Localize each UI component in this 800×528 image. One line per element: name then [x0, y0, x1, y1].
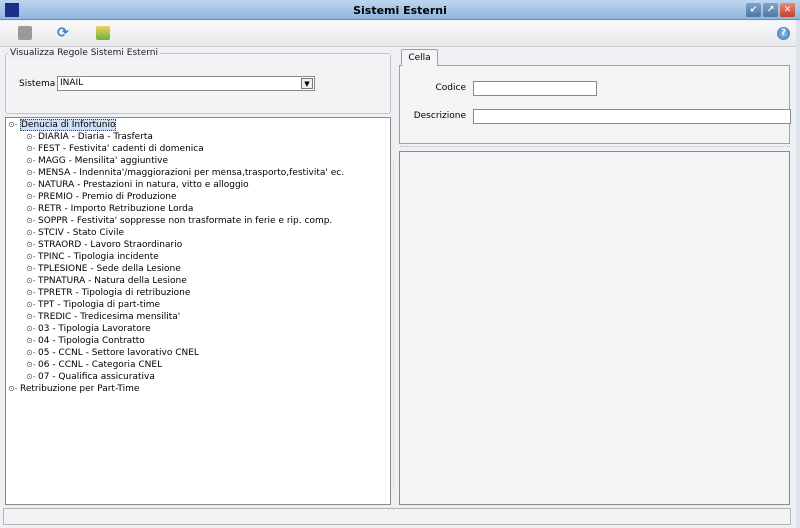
node-handle-icon[interactable]: ⊙-: [26, 251, 38, 263]
node-handle-icon[interactable]: ⊙-: [26, 335, 38, 347]
detail-lower-panel: [399, 151, 790, 505]
close-button[interactable]: ✕: [780, 3, 795, 17]
tree-node-label: Denucia di Infortunio: [20, 119, 117, 131]
tree-node[interactable]: ⊙- DIARIA - Diaria - Trasferta: [26, 131, 153, 143]
tree-node-label: 03 - Tipologia Lavoratore: [38, 324, 151, 334]
refresh-icon[interactable]: ⟳: [57, 26, 71, 40]
tree-node-label: FEST - Festivita' cadenti di domenica: [38, 144, 204, 154]
tree-node[interactable]: ⊙- TREDIC - Tredicesima mensilita': [26, 311, 180, 323]
sistema-value: INAIL: [60, 78, 84, 88]
node-handle-icon[interactable]: ⊙-: [26, 311, 38, 323]
tree-node[interactable]: ⊙- 04 - Tipologia Contratto: [26, 335, 145, 347]
node-handle-icon[interactable]: ⊙-: [26, 227, 38, 239]
maximize-button[interactable]: ↗: [763, 3, 778, 17]
cella-panel: Codice Descrizione: [399, 66, 791, 144]
node-handle-icon[interactable]: ⊙-: [8, 383, 20, 395]
tree-node-label: MENSA - Indennita'/maggiorazioni per men…: [38, 168, 345, 178]
window-title: Sistemi Esterni: [353, 4, 447, 17]
export-icon[interactable]: [96, 26, 110, 40]
node-handle-icon[interactable]: ⊙-: [26, 263, 38, 275]
tree-node[interactable]: ⊙- SOPPR - Festivita' soppresse non trasf…: [26, 215, 332, 227]
node-handle-icon[interactable]: ⊙-: [26, 347, 38, 359]
chevron-down-icon[interactable]: ▼: [301, 78, 313, 89]
minimize-button[interactable]: ↙: [746, 3, 761, 17]
tree-node[interactable]: ⊙- TPINC - Tipologia incidente: [26, 251, 159, 263]
tree-node-label: 04 - Tipologia Contratto: [38, 336, 145, 346]
tree-node[interactable]: ⊙- STRAORD - Lavoro Straordinario: [26, 239, 182, 251]
tree-node-label: STRAORD - Lavoro Straordinario: [38, 240, 183, 250]
node-handle-icon[interactable]: ⊙-: [26, 155, 38, 167]
rules-tree[interactable]: ⊙- Denucia di Infortunio ⊙- DIARIA - Diaria…: [5, 117, 391, 505]
vertical-splitter[interactable]: [393, 160, 395, 490]
filter-group-label: Visualizza Regole Sistemi Esterni: [8, 48, 160, 58]
tree-node-label: TPT - Tipologia di part-time: [38, 300, 161, 310]
tree-node[interactable]: ⊙- TPRETR - Tipologia di retribuzione: [26, 287, 190, 299]
node-handle-icon[interactable]: ⊙-: [8, 119, 20, 131]
toolbar: ⟳ ?: [0, 21, 800, 47]
save-icon[interactable]: [18, 26, 32, 40]
tab-bar: Cella: [399, 48, 790, 67]
status-bar: [3, 508, 791, 525]
tree-node[interactable]: ⊙- TPNATURA - Natura della Lesione: [26, 275, 187, 287]
node-handle-icon[interactable]: ⊙-: [26, 167, 38, 179]
node-handle-icon[interactable]: ⊙-: [26, 239, 38, 251]
tree-node-label: TPINC - Tipologia incidente: [38, 252, 159, 262]
tree-node[interactable]: ⊙- Denucia di Infortunio: [8, 119, 117, 131]
tree-node[interactable]: ⊙- PREMIO - Premio di Produzione: [26, 191, 177, 203]
descrizione-input[interactable]: [473, 109, 791, 124]
tree-node-label: STCIV - Stato Civile: [38, 228, 125, 238]
sistema-label: Sistema: [19, 79, 56, 89]
horizontal-splitter[interactable]: [400, 146, 790, 149]
node-handle-icon[interactable]: ⊙-: [26, 371, 38, 383]
tree-node-label: MAGG - Mensilita' aggiuntive: [38, 156, 168, 166]
node-handle-icon[interactable]: ⊙-: [26, 143, 38, 155]
tree-node-label: RETR - Importo Retribuzione Lorda: [38, 204, 194, 214]
descrizione-label: Descrizione: [413, 111, 466, 121]
tree-node-label: TPNATURA - Natura della Lesione: [38, 276, 187, 286]
tree-node-label: NATURA - Prestazioni in natura, vitto e …: [38, 180, 249, 190]
tree-node[interactable]: ⊙- MAGG - Mensilita' aggiuntive: [26, 155, 168, 167]
node-handle-icon[interactable]: ⊙-: [26, 179, 38, 191]
tree-node[interactable]: ⊙- 05 - CCNL - Settore lavorativo CNEL: [26, 347, 199, 359]
tree-node[interactable]: ⊙- STCIV - Stato Civile: [26, 227, 124, 239]
tree-node[interactable]: ⊙- FEST - Festivita' cadenti di domenica: [26, 143, 204, 155]
help-button[interactable]: ?: [777, 27, 790, 40]
codice-input[interactable]: [473, 81, 597, 96]
tree-node[interactable]: ⊙- RETR - Importo Retribuzione Lorda: [26, 203, 193, 215]
tree-node[interactable]: ⊙- 07 - Qualifica assicurativa: [26, 371, 155, 383]
node-handle-icon[interactable]: ⊙-: [26, 323, 38, 335]
tree-node[interactable]: ⊙- 03 - Tipologia Lavoratore: [26, 323, 151, 335]
tree-node-label: 06 - CCNL - Categoria CNEL: [38, 360, 163, 370]
node-handle-icon[interactable]: ⊙-: [26, 287, 38, 299]
tree-node-label: 05 - CCNL - Settore lavorativo CNEL: [38, 348, 199, 358]
tree-node-label: PREMIO - Premio di Produzione: [38, 192, 177, 202]
node-handle-icon[interactable]: ⊙-: [26, 299, 38, 311]
node-handle-icon[interactable]: ⊙-: [26, 359, 38, 371]
tree-node-label: TPRETR - Tipologia di retribuzione: [38, 288, 191, 298]
tree-node-label: SOPPR - Festivita' soppresse non trasfor…: [38, 216, 333, 226]
tree-node-label: TPLESIONE - Sede della Lesione: [38, 264, 181, 274]
tree-node-label: Retribuzione per Part-Time: [20, 384, 140, 394]
sistema-select[interactable]: INAIL ▼: [57, 76, 315, 91]
tree-node[interactable]: ⊙- Retribuzione per Part-Time: [8, 383, 139, 395]
tree-node-label: TREDIC - Tredicesima mensilita': [38, 312, 181, 322]
node-handle-icon[interactable]: ⊙-: [26, 131, 38, 143]
node-handle-icon[interactable]: ⊙-: [26, 215, 38, 227]
tree-node[interactable]: ⊙- NATURA - Prestazioni in natura, vitto …: [26, 179, 249, 191]
tab-cella[interactable]: Cella: [401, 49, 438, 67]
node-handle-icon[interactable]: ⊙-: [26, 275, 38, 287]
window-edge: [796, 20, 800, 528]
codice-label: Codice: [435, 83, 467, 93]
tree-node[interactable]: ⊙- TPT - Tipologia di part-time: [26, 299, 160, 311]
tree-node[interactable]: ⊙- 06 - CCNL - Categoria CNEL: [26, 359, 162, 371]
tree-node-label: 07 - Qualifica assicurativa: [38, 372, 155, 382]
title-bar: Sistemi Esterni ↙ ↗ ✕: [0, 0, 800, 20]
tree-node[interactable]: ⊙- TPLESIONE - Sede della Lesione: [26, 263, 181, 275]
node-handle-icon[interactable]: ⊙-: [26, 191, 38, 203]
node-handle-icon[interactable]: ⊙-: [26, 203, 38, 215]
tree-node[interactable]: ⊙- MENSA - Indennita'/maggiorazioni per m…: [26, 167, 344, 179]
tree-node-label: DIARIA - Diaria - Trasferta: [38, 132, 153, 142]
